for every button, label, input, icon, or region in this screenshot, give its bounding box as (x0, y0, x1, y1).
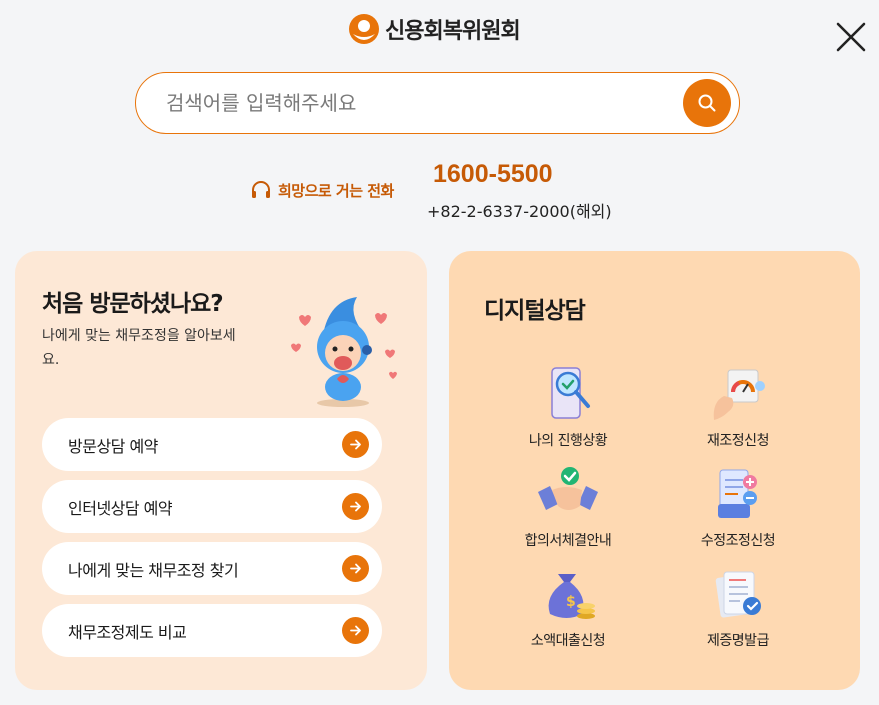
gauge-puzzle-icon (713, 369, 765, 420)
online-reservation-button[interactable]: 인터넷상담 예약 (42, 480, 382, 533)
hotline-number[interactable]: 1600-5500 (433, 160, 553, 189)
arrow-right-icon (342, 431, 369, 458)
header: 신용회복위원회 (0, 0, 879, 60)
digital-item-agreement[interactable]: 합의서체결안내 (488, 466, 648, 556)
first-visit-title: 처음 방문하셨나요? (42, 291, 224, 317)
visit-reservation-button[interactable]: 방문상담 예약 (42, 418, 382, 471)
search-input[interactable] (166, 73, 676, 132)
online-reservation-label: 인터넷상담 예약 (68, 498, 173, 518)
hotline: 희망으로 거는 전화 1600-5500 +82-2-6337-2000(해외) (250, 160, 650, 222)
digital-item-microloan-label: 소액대출신청 (530, 633, 606, 649)
digital-item-readjustment[interactable]: 재조정신청 (658, 366, 818, 456)
compare-programs-label: 채무조정제도 비교 (68, 622, 187, 642)
arrow-right-icon (342, 617, 369, 644)
digital-item-progress-label: 나의 진행상황 (528, 433, 608, 449)
digital-item-certificate-label: 제증명발급 (707, 633, 769, 649)
headset-icon (252, 181, 270, 198)
logo-icon (349, 14, 379, 44)
search-bar (135, 72, 740, 134)
digital-item-agreement-label: 합의서체결안내 (524, 533, 612, 549)
digital-consultation-card: 디지털상담 나의 진행상황 재조정신청 합의서체결안내 수정조정신청 $ 소액대… (449, 251, 860, 690)
compare-programs-button[interactable]: 채무조정제도 비교 (42, 604, 382, 657)
hotline-label-group: 희망으로 거는 전화 (250, 179, 394, 201)
arrow-right-icon (342, 555, 369, 582)
svg-text:$: $ (566, 594, 576, 610)
hotline-label: 희망으로 거는 전화 (278, 181, 394, 200)
digital-item-certificate[interactable]: 제증명발급 (658, 566, 818, 656)
find-debt-adjustment-label: 나에게 맞는 채무조정 찾기 (68, 560, 239, 580)
digital-item-progress[interactable]: 나의 진행상황 (488, 366, 648, 456)
digital-item-modification[interactable]: 수정조정신청 (658, 466, 818, 556)
digital-item-microloan[interactable]: $ 소액대출신청 (488, 566, 648, 656)
certificate-icon (715, 571, 761, 618)
money-bag-icon: $ (548, 574, 595, 619)
first-visit-description: 나에게 맞는 채무조정을 알아보세요. (42, 328, 236, 368)
search-button[interactable] (683, 79, 731, 127)
logo-text: 신용회복위원회 (385, 19, 521, 44)
hotline-international[interactable]: +82-2-6337-2000(해외) (427, 198, 612, 222)
find-debt-adjustment-button[interactable]: 나에게 맞는 채무조정 찾기 (42, 542, 382, 595)
visit-reservation-label: 방문상담 예약 (68, 436, 158, 456)
mascot-illustration (291, 297, 397, 407)
close-icon[interactable] (832, 18, 870, 56)
search-icon (698, 94, 716, 112)
digital-item-readjustment-label: 재조정신청 (707, 433, 769, 449)
digital-consultation-title: 디지털상담 (484, 298, 586, 324)
arrow-right-icon (342, 493, 369, 520)
first-visit-card: 처음 방문하셨나요? 나에게 맞는 채무조정을 알아보세요. 방문상담 예약 인… (15, 251, 427, 690)
magnifier-check-icon (551, 367, 590, 419)
logo[interactable]: 신용회복위원회 (347, 12, 521, 46)
document-edit-icon (718, 469, 757, 518)
digital-item-modification-label: 수정조정신청 (700, 533, 776, 549)
handshake-icon (538, 467, 598, 510)
